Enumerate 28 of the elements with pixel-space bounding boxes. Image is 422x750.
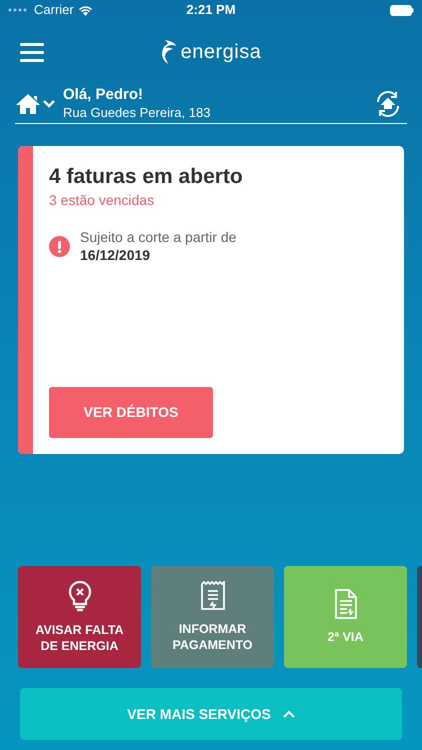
service-button[interactable]: 2ª VIA (284, 566, 407, 668)
home-selector-button[interactable] (15, 92, 55, 114)
house-icon (15, 92, 41, 114)
cutoff-warning: Sujeito a corte a partir de (80, 228, 236, 246)
menu-button[interactable] (20, 42, 44, 62)
wifi-icon (78, 4, 93, 16)
view-debts-button[interactable]: VER DÉBITOS (49, 387, 213, 438)
battery-icon (390, 4, 414, 16)
house-refresh-icon (374, 90, 402, 118)
service-button[interactable]: INFORMAR PAGAMENTO (151, 566, 274, 668)
greeting: Olá, Pedro! (63, 85, 144, 104)
chevron-up-icon (282, 710, 295, 718)
receipt-icon (200, 581, 226, 611)
status-time: 2:21 PM (186, 1, 236, 20)
lightbulb-icon (66, 580, 92, 612)
carrier-name: Carrier (34, 1, 74, 20)
cutoff-date: 16/12/2019 (80, 246, 152, 264)
address: Rua Guedes Pereira, 183 (63, 104, 212, 122)
switch-home-button[interactable] (374, 90, 402, 118)
more-services-button[interactable]: VER MAIS SERVIÇOS (20, 688, 402, 740)
logo-text: energisa (180, 40, 262, 65)
invoice-title: 4 faturas em aberto (49, 164, 244, 190)
document-icon (334, 589, 358, 619)
alert-icon (49, 236, 70, 256)
service-button[interactable]: AVISAR FALTA DE ENERGIA (18, 566, 141, 668)
logo-icon (160, 39, 177, 65)
chevron-down-icon (43, 100, 55, 108)
overdue-count: 3 estão vencidas (49, 191, 156, 210)
